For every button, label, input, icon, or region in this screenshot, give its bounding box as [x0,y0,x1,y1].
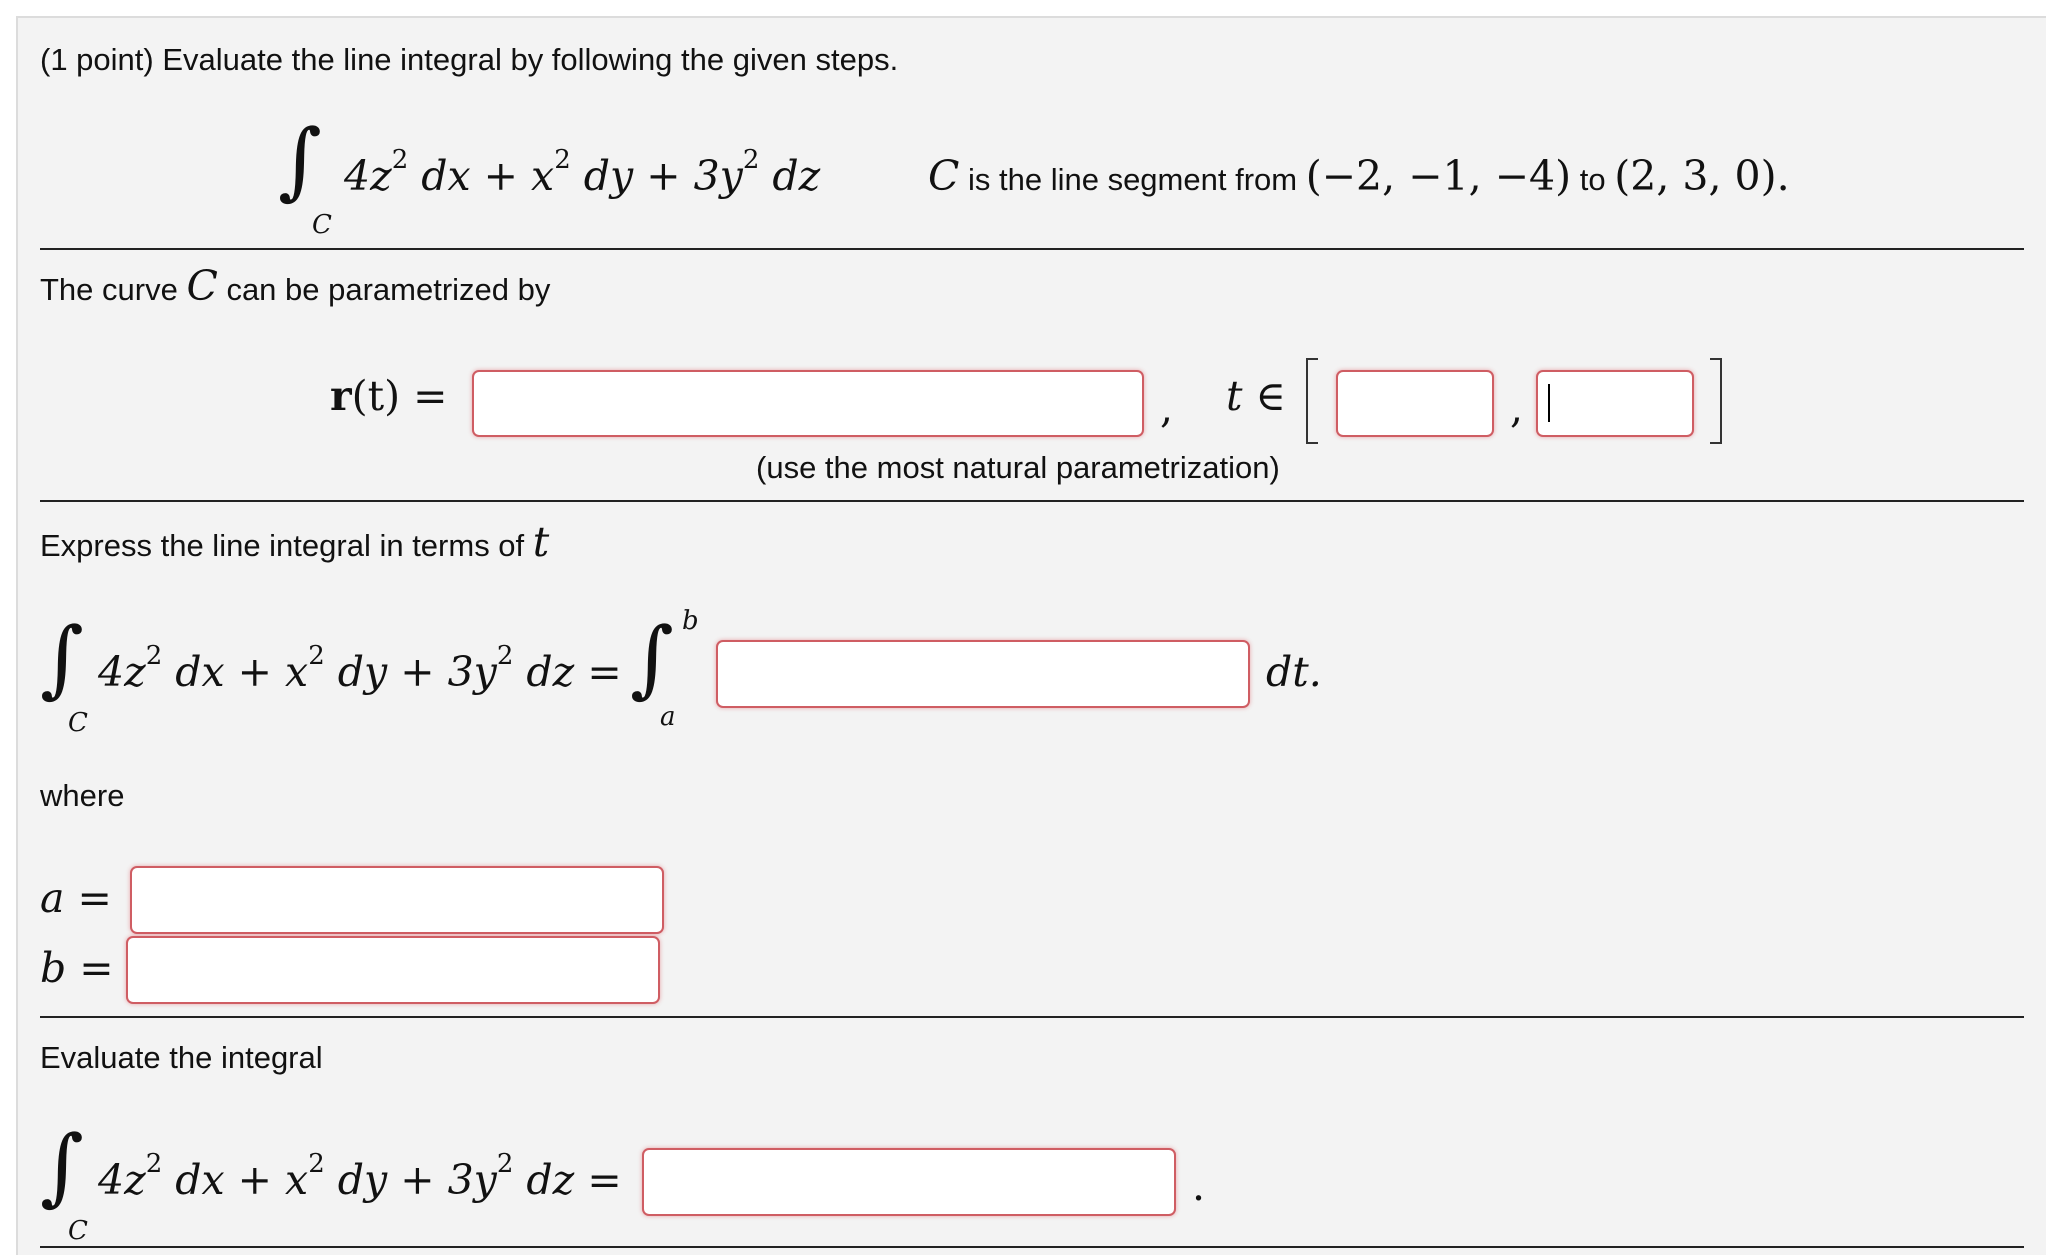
where-label: where [40,778,125,813]
express-lhs-integral: ∫ C 4z2 dx + x2 dy + 3y2 dz = [40,606,640,738]
r-comma: , [1160,384,1174,432]
r-label: r(t) = [330,372,448,420]
t-end-input[interactable] [1536,370,1694,437]
a-input[interactable] [130,866,664,934]
integral-sign: ∫ [278,111,322,209]
t-end-field [1536,370,1694,437]
integral-subscript: C [68,708,88,738]
t-in-label: t ∈ [1226,372,1286,420]
evaluate-integral: ∫ C 4z2 dx + x2 dy + 3y2 dz = [40,1114,640,1246]
integrand-in-t-input[interactable] [716,640,1250,708]
point-to: (2, 3, 0) [1614,152,1777,200]
b-label: b = [40,944,114,992]
divider [40,248,2024,250]
left-bracket [1306,358,1318,444]
integral-sign: ∫ [40,1117,84,1215]
integral-sign: ∫ [40,609,84,707]
problem-header: (1 point) Evaluate the line integral by … [40,42,899,77]
curve-description: C is the line segment from (−2, −1, −4) … [928,152,1790,200]
evaluate-prompt: Evaluate the integral [40,1040,323,1075]
divider [40,500,2024,502]
dt-label: dt. [1266,648,1322,696]
divider [40,1246,2024,1248]
lower-limit: a [660,702,676,732]
problem-integral: ∫ C 4z2 dx + x2 dy + 3y2 dz [278,111,878,240]
result-input[interactable] [642,1148,1176,1216]
curve-symbol: C [928,152,960,200]
a-label: a = [40,874,112,922]
integrand: 4z2 dx + x2 dy + 3y2 dz = [98,640,622,696]
right-bracket [1710,358,1722,444]
integral-subscript: C [68,1216,88,1246]
param-prompt: The curve C can be parametrized by [40,262,551,310]
point-from: (−2, −1, −4) [1305,152,1572,200]
result-period: . [1192,1162,1206,1210]
parametrization-note: (use the most natural parametrization) [756,450,1280,485]
divider [40,1016,2024,1018]
upper-limit: b [682,606,699,636]
interval-comma: , [1510,384,1524,432]
integral-sign: ∫ [630,609,674,707]
r-of-t-input[interactable] [472,370,1144,437]
text-cursor [1548,384,1550,422]
express-prompt: Express the line integral in terms of t [40,518,550,566]
b-input[interactable] [126,936,660,1004]
t-start-input[interactable] [1336,370,1494,437]
definite-integral: ∫ b a [630,606,710,736]
integral-subscript: C [312,210,332,240]
integrand: 4z2 dx + x2 dy + 3y2 dz [344,144,821,200]
integrand: 4z2 dx + x2 dy + 3y2 dz = [98,1148,622,1204]
